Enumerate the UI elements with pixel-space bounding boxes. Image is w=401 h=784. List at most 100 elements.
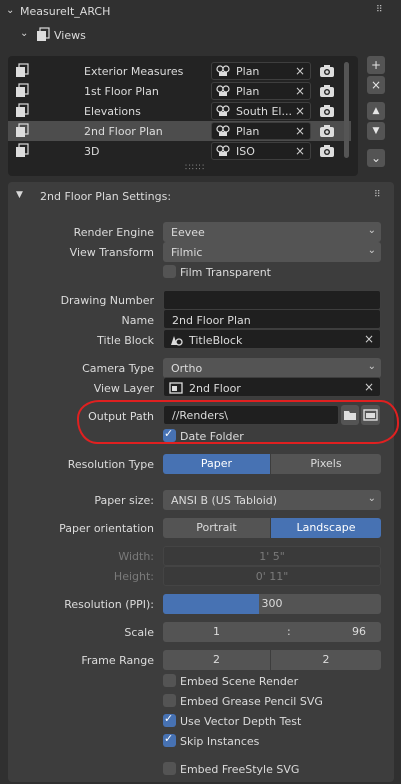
frame-end-field[interactable]: 2 [271, 650, 381, 670]
resolution-ppi-slider[interactable]: 300 [163, 594, 381, 614]
views-icon [14, 123, 30, 139]
option-checkbox[interactable] [163, 712, 176, 727]
drawing-number-label: Drawing Number [60, 294, 154, 307]
camera-field[interactable]: Plan × [211, 122, 311, 140]
view-name[interactable]: Exterior Measures [84, 65, 183, 78]
close-icon[interactable]: × [295, 144, 305, 158]
camera-icon[interactable] [319, 104, 335, 121]
views-icon [14, 63, 30, 79]
drag-grip-icon[interactable]: ⠿ [376, 5, 383, 15]
camera-field[interactable]: South El... × [211, 102, 311, 120]
orientation-portrait[interactable]: Portrait [163, 518, 270, 538]
close-icon[interactable]: × [295, 104, 305, 118]
frame-start-field[interactable]: 2 [163, 650, 270, 670]
remove-view-button[interactable]: × [367, 76, 385, 94]
view-transform-value: Filmic [171, 246, 203, 259]
title-block-field[interactable]: TitleBlock × [163, 329, 381, 349]
view-name[interactable]: 3D [84, 145, 99, 158]
view-layer-label: View Layer [93, 382, 154, 395]
list-scrollbar[interactable] [344, 62, 349, 158]
addon-title: MeasureIt_ARCH [20, 5, 111, 18]
film-transparent-checkbox[interactable] [163, 265, 176, 278]
name-input[interactable]: 2nd Floor Plan [163, 309, 381, 329]
camera-field[interactable]: ISO × [211, 142, 311, 160]
views-icon [14, 103, 30, 119]
view-name[interactable]: 2nd Floor Plan [84, 125, 163, 138]
camera-object-icon [216, 105, 230, 117]
chevron-down-icon[interactable]: ⌄ [20, 28, 28, 39]
option-checkbox-label: Embed FreeStyle SVG [180, 763, 300, 776]
settings-title: 2nd Floor Plan Settings: [40, 190, 172, 203]
width-field: 1' 5" [163, 546, 381, 566]
film-transparent-label: Film Transparent [180, 266, 271, 279]
close-icon[interactable]: × [295, 124, 305, 138]
scale-label: Scale [124, 626, 154, 639]
list-item[interactable]: 3D ISO × [8, 141, 351, 161]
paper-size-dropdown[interactable]: ANSI B (US Tabloid) ⌄ [163, 490, 381, 510]
resolution-ppi-label: Resolution (PPI): [64, 598, 154, 611]
close-icon[interactable]: × [295, 64, 305, 78]
list-item[interactable]: 2nd Floor Plan Plan × [8, 121, 351, 141]
close-icon[interactable]: × [364, 332, 374, 346]
move-down-button[interactable]: ▼ [367, 122, 385, 140]
camera-icon[interactable] [319, 124, 335, 141]
option-checkbox[interactable] [163, 732, 176, 747]
views-subheader[interactable]: ⌄ Views [0, 24, 401, 48]
triangle-down-icon[interactable]: ▼ [16, 190, 23, 200]
scale-right-value[interactable]: 96 [352, 622, 366, 642]
add-view-button[interactable]: + [367, 56, 385, 74]
camera-field[interactable]: Plan × [211, 82, 311, 100]
scale-left-value[interactable]: 1 [213, 622, 220, 642]
resolution-type-paper[interactable]: Paper [163, 454, 270, 474]
name-value: 2nd Floor Plan [172, 314, 251, 327]
option-checkbox[interactable] [163, 674, 176, 687]
camera-name: ISO [236, 145, 255, 158]
chevron-down-icon: ⌄ [367, 361, 376, 372]
scale-separator: : [287, 625, 291, 638]
drawing-number-input[interactable] [163, 290, 381, 310]
option-checkbox-label: Embed Scene Render [180, 675, 299, 688]
view-transform-label: View Transform [69, 246, 154, 259]
list-item[interactable]: Exterior Measures Plan × [8, 61, 351, 81]
camera-icon[interactable] [319, 84, 335, 101]
views-list[interactable]: Exterior Measures Plan × 1st Floor Plan Plan… [8, 56, 358, 176]
drag-grip-icon[interactable]: ⠿ [374, 190, 381, 200]
view-layer-field[interactable]: 2nd Floor × [163, 377, 381, 397]
camera-name: Plan [236, 125, 260, 138]
list-item[interactable]: 1st Floor Plan Plan × [8, 81, 351, 101]
camera-icon[interactable] [319, 144, 335, 161]
camera-type-label: Camera Type [82, 362, 154, 375]
list-resize-grip[interactable]: ∷∷∷ [185, 163, 205, 173]
chevron-down-icon[interactable]: ⌄ [6, 5, 14, 16]
orientation-landscape[interactable]: Landscape [271, 518, 381, 538]
render-engine-dropdown[interactable]: Eevee ⌄ [163, 222, 381, 242]
scale-field[interactable]: 1 : 96 [163, 622, 381, 642]
view-transform-dropdown[interactable]: Filmic ⌄ [163, 242, 381, 262]
option-checkbox[interactable] [163, 762, 176, 775]
addon-header[interactable]: ⌄ MeasureIt_ARCH ⠿ [0, 0, 401, 24]
camera-type-dropdown[interactable]: Ortho ⌄ [163, 358, 381, 378]
option-checkbox[interactable] [163, 694, 176, 707]
close-icon[interactable]: × [295, 84, 305, 98]
render-engine-label: Render Engine [73, 226, 154, 239]
camera-field[interactable]: Plan × [211, 62, 311, 80]
option-checkbox-label: Embed Grease Pencil SVG [180, 695, 323, 708]
move-up-button[interactable]: ▲ [367, 102, 385, 120]
chevron-down-icon: ⌄ [367, 493, 376, 504]
paper-orientation-label: Paper orientation [59, 522, 154, 535]
view-name[interactable]: Elevations [84, 105, 141, 118]
resolution-ppi-value: 300 [261, 597, 283, 610]
list-menu-button[interactable]: ⌄ [367, 149, 385, 167]
views-icon [14, 143, 30, 159]
chevron-down-icon: ⌄ [367, 225, 376, 236]
name-label: Name [121, 314, 154, 327]
option-checkbox-label: Use Vector Depth Test [180, 715, 302, 728]
camera-type-value: Ortho [171, 362, 203, 375]
view-layer-value: 2nd Floor [189, 382, 241, 395]
view-name[interactable]: 1st Floor Plan [84, 85, 159, 98]
list-item[interactable]: Elevations South El... × [8, 101, 351, 121]
camera-icon[interactable] [319, 64, 335, 81]
resolution-type-pixels[interactable]: Pixels [271, 454, 381, 474]
image-icon [169, 381, 183, 395]
close-icon[interactable]: × [364, 380, 374, 394]
